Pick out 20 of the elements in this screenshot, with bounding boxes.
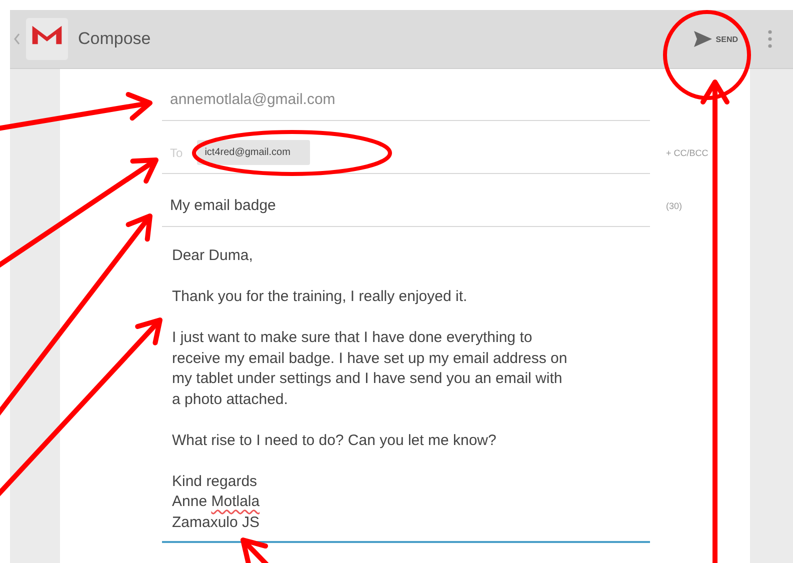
message-line: I just want to make sure that I have done everything to <box>172 328 534 348</box>
message-line: a photo attached. <box>172 390 289 410</box>
character-counter: (30) <box>666 201 682 211</box>
recipient-chip[interactable]: ict4red@gmail.com <box>196 140 310 165</box>
message-line: Zamaxulo JS <box>172 512 261 532</box>
send-button[interactable]: SEND <box>688 24 742 54</box>
message-line: receive my email badge. I have set up my email address on <box>172 348 568 368</box>
message-line: Anne Motlala <box>172 492 261 512</box>
message-line: Dear Duma, <box>172 246 254 266</box>
from-field[interactable]: annemotlala@gmail.com <box>162 79 650 121</box>
overflow-menu-icon[interactable] <box>768 29 772 49</box>
message-line: my tablet under settings and I have send you an email with <box>172 369 564 389</box>
screen-title: Compose <box>78 29 151 49</box>
send-icon <box>692 30 713 48</box>
message-line: Thank you for the training, I really enjoyed it. <box>172 287 468 307</box>
subject-field[interactable]: My email badge <box>162 185 650 227</box>
message-line: Kind regards <box>172 472 258 492</box>
message-line: What rise to I need to do? Can you let me know? <box>172 430 498 450</box>
app-logo-tile[interactable] <box>26 18 68 60</box>
mail-logo-icon <box>30 24 64 46</box>
